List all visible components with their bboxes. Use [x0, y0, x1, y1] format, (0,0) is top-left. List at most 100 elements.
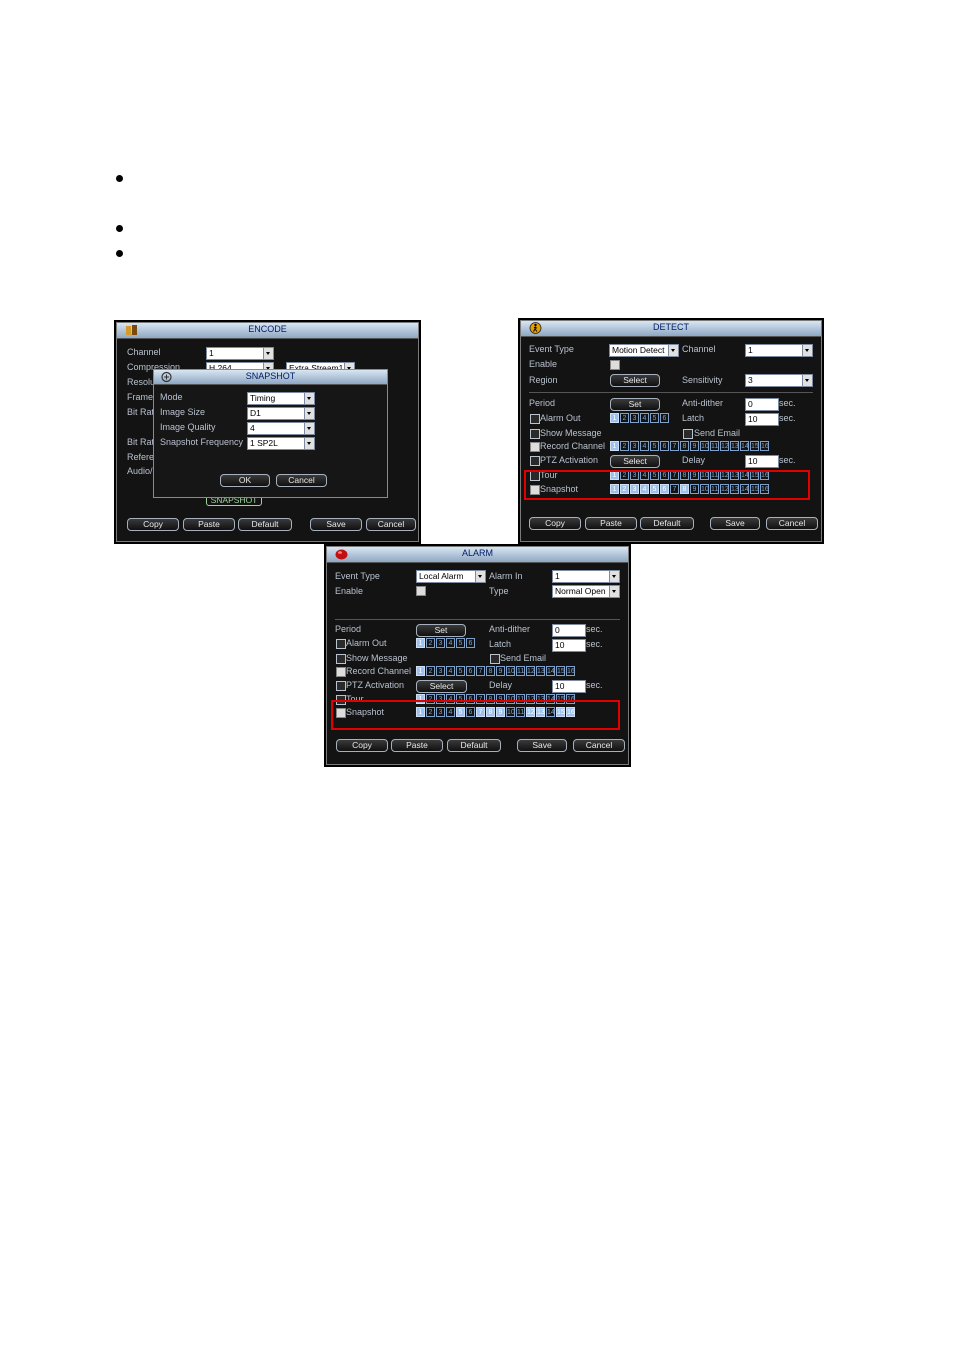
encode-cancel-button[interactable]: Cancel — [366, 518, 416, 531]
channel-4-toggle[interactable]: 4 — [446, 666, 455, 676]
channel-6-toggle[interactable]: 6 — [660, 441, 669, 451]
detect-sensitivity-select[interactable]: 3 — [745, 374, 813, 387]
channel-12-toggle[interactable]: 12 — [526, 666, 535, 676]
channel-7-toggle[interactable]: 7 — [476, 666, 485, 676]
alarm-ptz-select-button[interactable]: Select — [416, 680, 467, 693]
channel-16-toggle[interactable]: 16 — [566, 666, 575, 676]
channel-10-toggle[interactable]: 10 — [700, 441, 709, 451]
detect-ptz-checkbox[interactable] — [530, 456, 540, 466]
channel-14-toggle[interactable]: 14 — [740, 441, 749, 451]
channel-6-toggle[interactable]: 6 — [466, 638, 475, 648]
channel-16-toggle[interactable]: 16 — [760, 441, 769, 451]
alarm-show-message-checkbox[interactable] — [336, 654, 346, 664]
detect-region-select-button[interactable]: Select — [610, 374, 660, 387]
alarm-event-type-label: Event Type — [335, 571, 380, 581]
detect-cancel-button[interactable]: Cancel — [766, 517, 818, 530]
channel-4-toggle[interactable]: 4 — [640, 441, 649, 451]
snapshot-label-frequency: Snapshot Frequency — [160, 437, 244, 447]
detect-alarm-out-checkbox[interactable] — [530, 414, 540, 424]
alarm-send-email-checkbox[interactable] — [490, 654, 500, 664]
detect-save-button[interactable]: Save — [710, 517, 760, 530]
alarm-enable-checkbox[interactable] — [416, 586, 426, 596]
alarm-save-button[interactable]: Save — [517, 739, 567, 752]
channel-1-toggle[interactable]: 1 — [610, 413, 619, 423]
alarm-paste-button[interactable]: Paste — [391, 739, 443, 752]
alarm-alarm-out-checkbox[interactable] — [336, 639, 346, 649]
alarm-default-button[interactable]: Default — [447, 739, 501, 752]
channel-2-toggle[interactable]: 2 — [620, 441, 629, 451]
channel-11-toggle[interactable]: 11 — [710, 441, 719, 451]
alarm-cancel-button[interactable]: Cancel — [573, 739, 625, 752]
channel-3-toggle[interactable]: 3 — [436, 638, 445, 648]
alarm-record-channel-checkbox[interactable] — [336, 667, 346, 677]
encode-default-button[interactable]: Default — [238, 518, 292, 531]
channel-4-toggle[interactable]: 4 — [446, 638, 455, 648]
alarm-period-set-button[interactable]: Set — [416, 624, 466, 637]
alarm-alarm-in-select[interactable]: 1 — [552, 570, 620, 583]
channel-2-toggle[interactable]: 2 — [620, 413, 629, 423]
detect-channel-select[interactable]: 1 — [745, 344, 813, 357]
channel-1-toggle[interactable]: 1 — [416, 638, 425, 648]
detect-ptz-select-button[interactable]: Select — [610, 455, 660, 468]
detect-show-message-checkbox[interactable] — [530, 429, 540, 439]
channel-14-toggle[interactable]: 14 — [546, 666, 555, 676]
snapshot-ok-button[interactable]: OK — [220, 474, 270, 487]
channel-8-toggle[interactable]: 8 — [680, 441, 689, 451]
snapshot-cancel-button[interactable]: Cancel — [276, 474, 327, 487]
channel-2-toggle[interactable]: 2 — [426, 666, 435, 676]
detect-latch-input[interactable]: 10 — [745, 413, 779, 426]
encode-channel-select[interactable]: 1 — [206, 347, 274, 360]
channel-5-toggle[interactable]: 5 — [650, 441, 659, 451]
channel-3-toggle[interactable]: 3 — [630, 441, 639, 451]
detect-send-email-checkbox[interactable] — [683, 429, 693, 439]
channel-9-toggle[interactable]: 9 — [496, 666, 505, 676]
detect-copy-button[interactable]: Copy — [529, 517, 581, 530]
snapshot-image-quality-select[interactable]: 4 — [247, 422, 315, 435]
detect-period-set-button[interactable]: Set — [610, 398, 660, 411]
channel-1-toggle[interactable]: 1 — [610, 441, 619, 451]
snapshot-frequency-select[interactable]: 1 SP2L — [247, 437, 315, 450]
channel-5-toggle[interactable]: 5 — [456, 666, 465, 676]
channel-7-toggle[interactable]: 7 — [670, 441, 679, 451]
channel-13-toggle[interactable]: 13 — [536, 666, 545, 676]
channel-4-toggle[interactable]: 4 — [640, 413, 649, 423]
channel-10-toggle[interactable]: 10 — [506, 666, 515, 676]
channel-3-toggle[interactable]: 3 — [436, 666, 445, 676]
encode-copy-button[interactable]: Copy — [127, 518, 179, 531]
channel-15-toggle[interactable]: 15 — [556, 666, 565, 676]
detect-separator — [529, 392, 813, 393]
detect-enable-label: Enable — [529, 359, 558, 369]
detect-default-button[interactable]: Default — [640, 517, 694, 530]
channel-6-toggle[interactable]: 6 — [466, 666, 475, 676]
alarm-event-type-select[interactable]: Local Alarm — [416, 570, 486, 583]
detect-anti-dither-input[interactable]: 0 — [745, 398, 779, 411]
encode-paste-button[interactable]: Paste — [183, 518, 235, 531]
alarm-delay-input[interactable]: 10 — [552, 680, 586, 693]
channel-13-toggle[interactable]: 13 — [730, 441, 739, 451]
channel-6-toggle[interactable]: 6 — [660, 413, 669, 423]
alarm-type-select[interactable]: Normal Open — [552, 585, 620, 598]
channel-5-toggle[interactable]: 5 — [456, 638, 465, 648]
detect-enable-checkbox[interactable] — [610, 360, 620, 370]
channel-9-toggle[interactable]: 9 — [690, 441, 699, 451]
detect-event-type-select[interactable]: Motion Detect — [609, 344, 679, 357]
alarm-ptz-checkbox[interactable] — [336, 681, 346, 691]
channel-8-toggle[interactable]: 8 — [486, 666, 495, 676]
detect-record-channel-checkbox[interactable] — [530, 442, 540, 452]
channel-15-toggle[interactable]: 15 — [750, 441, 759, 451]
detect-paste-button[interactable]: Paste — [585, 517, 637, 530]
alarm-anti-dither-input[interactable]: 0 — [552, 624, 586, 637]
channel-12-toggle[interactable]: 12 — [720, 441, 729, 451]
alarm-copy-button[interactable]: Copy — [336, 739, 388, 752]
channel-1-toggle[interactable]: 1 — [416, 666, 425, 676]
snapshot-image-size-select[interactable]: D1 — [247, 407, 315, 420]
channel-2-toggle[interactable]: 2 — [426, 638, 435, 648]
alarm-latch-input[interactable]: 10 — [552, 639, 586, 652]
detect-delay-input[interactable]: 10 — [745, 455, 779, 468]
encode-save-button[interactable]: Save — [310, 518, 362, 531]
channel-11-toggle[interactable]: 11 — [516, 666, 525, 676]
snapshot-mode-select[interactable]: Timing — [247, 392, 315, 405]
channel-3-toggle[interactable]: 3 — [630, 413, 639, 423]
bullet-1 — [116, 175, 123, 182]
channel-5-toggle[interactable]: 5 — [650, 413, 659, 423]
